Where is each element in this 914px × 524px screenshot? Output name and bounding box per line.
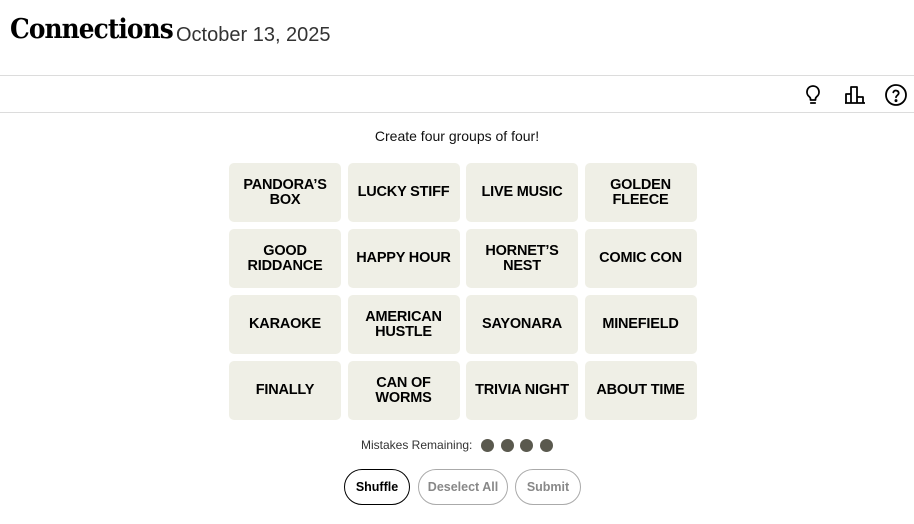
word-tile[interactable]: GOLDEN FLEECE bbox=[584, 163, 697, 222]
mistake-dots bbox=[481, 438, 559, 452]
page-title: Connections bbox=[10, 14, 174, 45]
submit-button[interactable]: Submit bbox=[515, 469, 581, 505]
word-tile[interactable]: TRIVIA NIGHT bbox=[466, 361, 578, 420]
deselect-all-button[interactable]: Deselect All bbox=[418, 469, 508, 505]
word-tile[interactable]: KARAOKE bbox=[229, 295, 341, 354]
mistake-dot bbox=[500, 438, 514, 452]
game-prompt: Create four groups of four! bbox=[374, 128, 540, 144]
mistake-dot bbox=[520, 438, 534, 452]
mistakes-remaining: Mistakes Remaining: bbox=[361, 437, 559, 453]
word-tile[interactable]: HORNET’S NEST bbox=[466, 229, 578, 288]
header: Connections October 13, 2025 bbox=[0, 0, 914, 76]
word-tile[interactable]: PANDORA’S BOX bbox=[229, 163, 341, 222]
mistake-dot bbox=[481, 438, 495, 452]
word-tile[interactable]: COMIC CON bbox=[584, 229, 697, 288]
word-tile[interactable]: CAN OF WORMS bbox=[347, 361, 460, 420]
mistake-dot bbox=[539, 438, 553, 452]
word-tile[interactable]: MINEFIELD bbox=[584, 295, 697, 354]
lightbulb-icon[interactable] bbox=[801, 83, 825, 107]
word-grid: PANDORA’S BOX LUCKY STIFF LIVE MUSIC GOL… bbox=[229, 163, 697, 420]
word-tile[interactable]: AMERICAN HUSTLE bbox=[347, 295, 460, 354]
word-tile[interactable]: HAPPY HOUR bbox=[347, 229, 460, 288]
word-tile[interactable]: LIVE MUSIC bbox=[466, 163, 578, 222]
help-icon[interactable] bbox=[884, 83, 908, 107]
word-tile[interactable]: FINALLY bbox=[229, 361, 341, 420]
word-tile[interactable]: SAYONARA bbox=[466, 295, 578, 354]
shuffle-button[interactable]: Shuffle bbox=[344, 469, 410, 505]
mistakes-label: Mistakes Remaining: bbox=[361, 438, 473, 452]
puzzle-date: October 13, 2025 bbox=[176, 24, 331, 46]
word-tile[interactable]: ABOUT TIME bbox=[584, 361, 697, 420]
word-tile[interactable]: GOOD RIDDANCE bbox=[229, 229, 341, 288]
leaderboard-icon[interactable] bbox=[843, 83, 867, 107]
word-tile[interactable]: LUCKY STIFF bbox=[347, 163, 460, 222]
toolbar bbox=[0, 76, 914, 113]
